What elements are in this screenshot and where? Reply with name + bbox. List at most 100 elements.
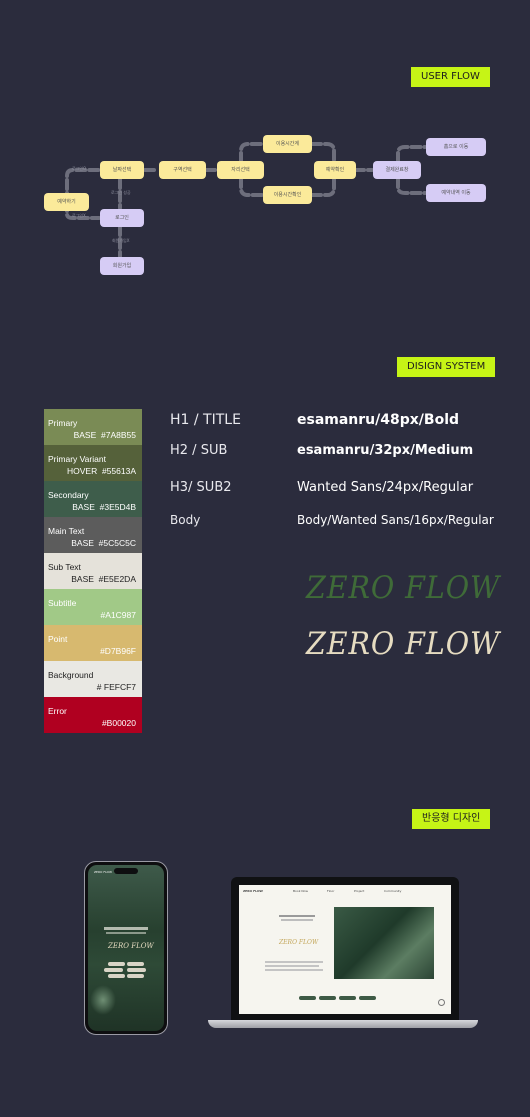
swatch-primary-variant: Primary Variant HOVER #55613A	[44, 445, 142, 481]
flow-node-zone-select: 구역선택	[159, 161, 206, 179]
swatch-value: #D7B96F	[100, 646, 136, 656]
flow-node-signup: 회원가입	[100, 257, 144, 275]
phone-button-6[interactable]	[127, 974, 144, 978]
laptop-nav-4[interactable]: Community	[384, 889, 401, 893]
flow-label-no-account: 회원가입X	[112, 238, 130, 243]
phone-button-5[interactable]	[108, 974, 125, 978]
swatch-value: BASE #3E5D4B	[72, 502, 136, 512]
type-h2-spec: esamanru/32px/Medium	[297, 443, 474, 458]
responsive-tag: 반응형 디자인	[412, 809, 491, 829]
type-body-label: Body	[170, 513, 201, 527]
swatch-value: HOVER #55613A	[67, 466, 136, 476]
swatch-label: Sub Text	[48, 562, 81, 572]
flow-node-time-select: 이용시간계	[263, 135, 312, 153]
phone-button-2[interactable]	[127, 962, 144, 966]
flow-node-booking: 예약하기	[44, 193, 89, 211]
phone-brand: ZERO FLOW	[94, 870, 112, 874]
laptop-body-text-1	[265, 961, 323, 963]
type-h1-spec: esamanru/48px/Bold	[297, 412, 460, 428]
laptop-scroll-top-icon[interactable]	[438, 999, 445, 1006]
phone-mockup: ZERO FLOW ZERO FLOW	[84, 861, 168, 1035]
swatch-label: Background	[48, 670, 94, 680]
laptop-button-1[interactable]	[299, 996, 316, 1000]
swatch-state: HOVER	[66, 466, 98, 476]
flow-node-reserve-confirm: 예약확인	[314, 161, 356, 179]
flow-label-logged-out: 로그인X	[72, 213, 86, 218]
laptop-logo: ZERO FLOW	[279, 939, 319, 946]
swatch-value: BASE #5C5C5C	[71, 538, 136, 548]
swatch-state: BASE	[72, 502, 95, 512]
swatch-main-text: Main Text BASE #5C5C5C	[44, 517, 142, 553]
type-h2-label: H2 / SUB	[170, 443, 228, 458]
swatch-hex: #3E5D4B	[99, 502, 136, 512]
design-system-tag: DISIGN SYSTEM	[397, 357, 496, 377]
swatch-state: BASE	[71, 538, 94, 548]
laptop-nav-2[interactable]: Floor	[327, 889, 334, 893]
laptop-headline	[279, 915, 315, 917]
flow-node-seat-select: 자리선택	[217, 161, 264, 179]
swatch-label: Point	[48, 634, 68, 644]
laptop-button-4[interactable]	[359, 996, 376, 1000]
swatch-label: Subtitle	[48, 598, 77, 608]
phone-headline	[104, 927, 148, 930]
laptop-screen: ZERO FLOW Book Now Floor Project Communi…	[239, 885, 451, 1014]
swatch-label: Secondary	[48, 490, 89, 500]
swatch-value: # FEFCF7	[97, 682, 136, 692]
phone-button-1[interactable]	[108, 962, 125, 966]
swatch-label: Primary Variant	[48, 454, 106, 464]
swatch-value: BASE #E5E2DA	[71, 574, 136, 584]
flow-node-mypage-move: 예약내역 이동	[426, 184, 486, 202]
user-flow-tag: USER FLOW	[411, 67, 490, 87]
phone-button-3[interactable]	[104, 968, 123, 972]
swatch-value: #B00020	[102, 718, 136, 728]
type-body-spec: Body/Wanted Sans/16px/Regular	[297, 513, 494, 527]
swatch-hex: #55613A	[101, 466, 136, 476]
flow-label-login-success: 로그인 성공	[111, 190, 131, 195]
flow-label-logged-in: 로그인O	[72, 166, 87, 171]
swatch-secondary: Secondary BASE #3E5D4B	[44, 481, 142, 517]
swatch-background: Background # FEFCF7	[44, 661, 142, 697]
laptop-brand: ZERO FLOW	[243, 889, 263, 893]
phone-subline	[106, 932, 146, 934]
swatch-value: #A1C987	[101, 610, 136, 620]
laptop-hero-image	[334, 907, 434, 979]
laptop-base	[208, 1020, 478, 1028]
phone-notch	[114, 868, 138, 874]
swatch-hex: #D7B96F	[100, 646, 136, 656]
type-h1-label: H1 / TITLE	[170, 412, 241, 428]
swatch-hex: #B00020	[101, 718, 136, 728]
swatch-hex: #7A8B55	[101, 430, 136, 440]
swatch-hex: #5C5C5C	[98, 538, 136, 548]
laptop-body-text-3	[265, 969, 323, 971]
phone-button-4[interactable]	[127, 968, 146, 972]
swatch-sub-text: Sub Text BASE #E5E2DA	[44, 553, 142, 589]
flow-node-home-move: 홈으로 이동	[426, 138, 486, 156]
swatch-point: Point #D7B96F	[44, 625, 142, 661]
swatch-state: BASE	[73, 430, 97, 440]
swatch-subtitle: Subtitle #A1C987	[44, 589, 142, 625]
logo-cream: ZERO FLOW	[306, 626, 501, 662]
phone-leaf-art	[90, 985, 116, 1015]
type-h3-spec: Wanted Sans/24px/Regular	[297, 480, 474, 495]
swatch-value: BASE #7A8B55	[74, 430, 136, 440]
laptop-button-2[interactable]	[319, 996, 336, 1000]
phone-screen: ZERO FLOW ZERO FLOW	[88, 865, 164, 1031]
swatch-error: Error #B00020	[44, 697, 142, 733]
laptop-subline	[281, 919, 313, 921]
swatch-hex: #E5E2DA	[98, 574, 136, 584]
swatch-label: Error	[48, 706, 67, 716]
laptop-nav-1[interactable]: Book Now	[293, 889, 308, 893]
flow-node-payment: 결제완료창	[373, 161, 421, 179]
laptop-body-text-2	[265, 965, 319, 967]
flow-node-branch-select: 날짜선택	[100, 161, 144, 179]
flow-node-time-confirm: 이용시간확인	[263, 186, 312, 204]
laptop-nav-3[interactable]: Project	[354, 889, 364, 893]
laptop-mockup: ZERO FLOW Book Now Floor Project Communi…	[231, 877, 459, 1021]
swatch-label: Primary	[48, 418, 78, 428]
swatch-hex: # FEFCF7	[96, 682, 136, 692]
logo-green: ZERO FLOW	[306, 570, 501, 606]
swatch-hex: #A1C987	[100, 610, 136, 620]
laptop-button-3[interactable]	[339, 996, 356, 1000]
flow-node-login: 로그인	[100, 209, 144, 227]
swatch-primary: Primary BASE #7A8B55	[44, 409, 142, 445]
